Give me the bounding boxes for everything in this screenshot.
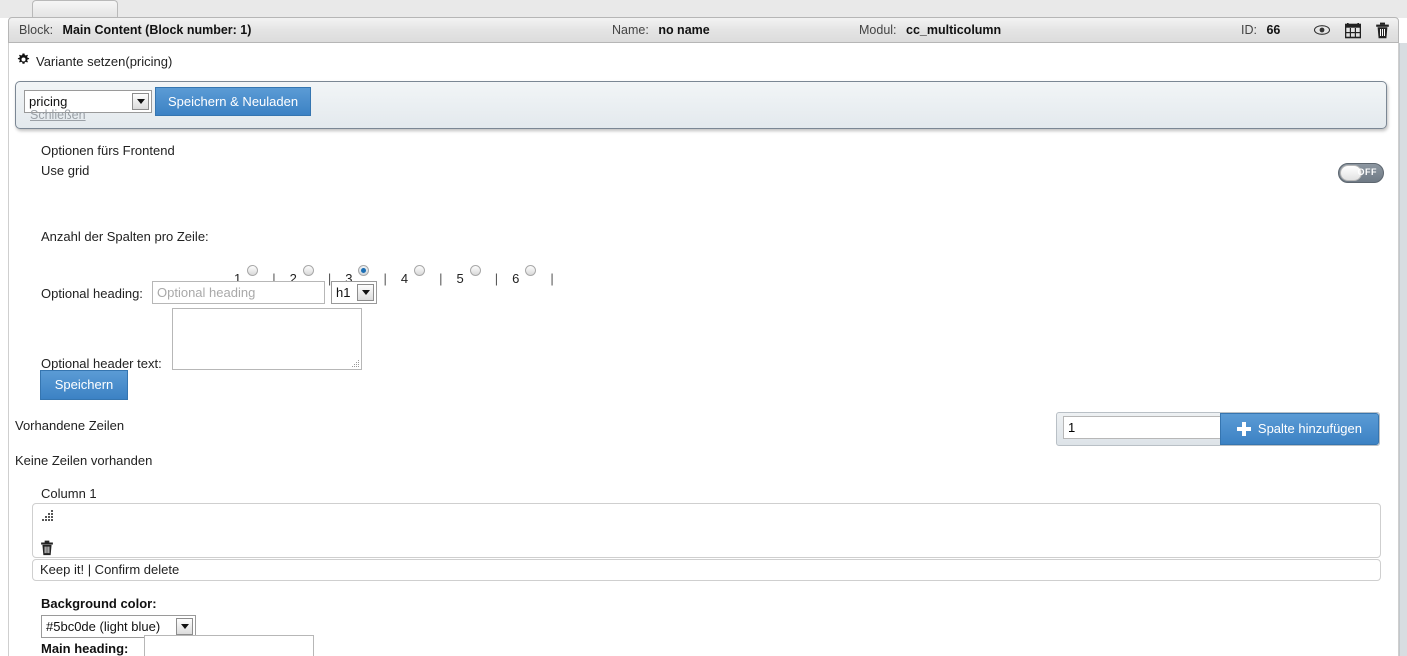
main-heading-label: Main heading:	[41, 641, 129, 656]
background-color-label: Background color:	[41, 596, 157, 611]
variante-setzen-row[interactable]: Variante setzen(pricing)	[17, 53, 172, 69]
optional-heading-label: Optional heading:	[41, 286, 143, 301]
radio-separator: |	[494, 271, 499, 286]
radio-option-5[interactable]	[469, 265, 481, 276]
main-heading-input[interactable]	[144, 635, 314, 656]
tab-strip	[0, 0, 1407, 19]
drag-handle-icon[interactable]	[41, 510, 55, 526]
use-grid-label: Use grid	[41, 163, 90, 178]
block-value: Main Content (Block number: 1)	[62, 23, 252, 37]
radio-separator: |	[383, 271, 387, 286]
column-delete-icon[interactable]	[40, 540, 54, 559]
save-button[interactable]: Speichern	[40, 370, 128, 400]
column-title: Column 1	[41, 486, 97, 501]
optional-heading-input[interactable]	[152, 281, 325, 304]
block-name: Name: no name	[612, 23, 710, 37]
scroll-gutter[interactable]	[1399, 43, 1407, 656]
no-rows-label: Keine Zeilen vorhanden	[15, 453, 153, 468]
add-column-count-input[interactable]	[1063, 416, 1235, 439]
radio-option-2[interactable]	[302, 265, 314, 276]
name-value: no name	[658, 23, 710, 37]
columns-per-row-label: Anzahl der Spalten pro Zeile:	[41, 229, 209, 244]
add-column-bar: Spalte hinzufügen	[1056, 412, 1380, 446]
block-identifier: Block: Main Content (Block number: 1)	[19, 23, 251, 37]
radio-option-1[interactable]	[247, 265, 259, 276]
optional-header-textarea[interactable]	[172, 308, 362, 370]
variant-panel: pricing Speichern & Neuladen Schließen	[15, 81, 1387, 129]
existing-rows-label: Vorhandene Zeilen	[15, 418, 125, 433]
use-grid-toggle[interactable]: OFF	[1338, 163, 1384, 183]
block-modul: Modul: cc_multicolumn	[859, 23, 1001, 37]
frontend-options-label: Optionen fürs Frontend	[41, 143, 175, 158]
add-column-button[interactable]: Spalte hinzufügen	[1219, 413, 1379, 445]
radio-label-4: 4	[400, 271, 409, 286]
toggle-state-label: OFF	[1357, 167, 1377, 177]
radio-label-5: 5	[456, 271, 464, 286]
gear-icon	[17, 53, 30, 69]
close-variant-link[interactable]: Schließen	[30, 108, 86, 122]
block-body: Variante setzen(pricing) pricing Speiche…	[8, 43, 1399, 656]
trash-icon[interactable]	[1375, 22, 1390, 39]
name-label: Name:	[612, 23, 649, 37]
column-card	[32, 503, 1381, 558]
plus-icon	[1236, 422, 1251, 436]
radio-label-6: 6	[512, 271, 520, 286]
confirm-delete-text[interactable]: Keep it! | Confirm delete	[40, 562, 179, 577]
optional-header-text-label: Optional header text:	[41, 356, 162, 371]
left-gutter	[0, 43, 8, 656]
id-value: 66	[1266, 23, 1281, 37]
radio-option-4[interactable]	[414, 265, 426, 276]
variante-setzen-label: Variante setzen(pricing)	[36, 53, 173, 69]
block-id: ID: 66	[1241, 23, 1280, 37]
radio-separator: |	[439, 271, 443, 286]
radio-separator: |	[550, 271, 554, 286]
radio-option-3[interactable]	[358, 265, 370, 276]
id-label: ID:	[1241, 23, 1257, 37]
modul-label: Modul:	[859, 23, 897, 37]
block-header-bar: Block: Main Content (Block number: 1) Na…	[8, 17, 1399, 43]
heading-tag-select[interactable]: h1	[331, 281, 377, 304]
modul-value: cc_multicolumn	[906, 23, 1002, 37]
add-column-button-label: Spalte hinzufügen	[1257, 421, 1362, 436]
block-header-actions	[1313, 21, 1390, 39]
column-confirm-strip	[32, 559, 1381, 581]
save-and-reload-button[interactable]: Speichern & Neuladen	[155, 87, 312, 116]
eye-icon[interactable]	[1313, 21, 1331, 39]
block-label: Block:	[19, 23, 54, 37]
radio-option-6[interactable]	[525, 265, 537, 276]
calendar-icon[interactable]	[1345, 22, 1361, 39]
